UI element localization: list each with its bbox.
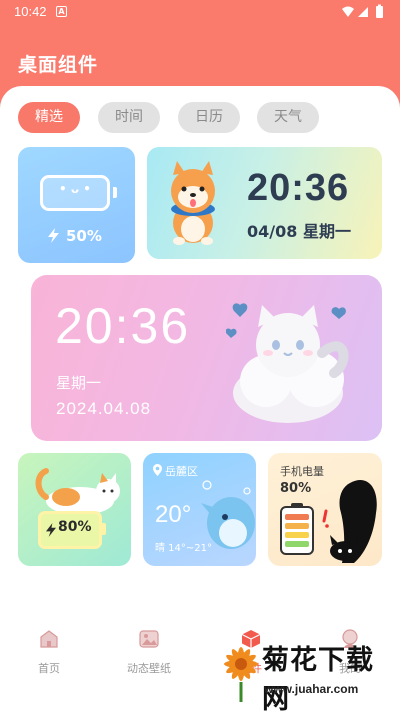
page-title: 桌面组件 [18,54,99,76]
tab-calendar[interactable]: 日历 [178,102,240,133]
shiba-dog-illustration [171,161,215,245]
battery-level-icon [280,503,314,555]
notification-icon: A [56,6,67,17]
site-watermark: 菊花下载网 www.juahar.com [218,636,400,712]
home-icon [40,630,58,648]
system-status-icons [342,4,383,18]
clock-time: 20:36 [247,167,350,209]
tab-featured[interactable]: 精选 [18,102,80,133]
weather-condition: 晴 14°~21° [155,543,213,554]
chrysanthemum-logo-icon [224,647,258,702]
cat-battery-percent: 80% [58,519,92,535]
weather-widget[interactable]: 岳麓区 20° 晴 14°~21° [143,453,256,566]
nav-home[interactable]: 首页 [9,628,89,676]
clock-weekday: 星期一 [56,374,102,392]
watermark-url: www.juahar.com [264,682,359,696]
tab-weather[interactable]: 天气 [257,102,319,133]
location-pin-icon [153,464,162,476]
clock-date: 04/08 星期一 [247,222,351,241]
clock-time-large: 20:36 [55,298,191,354]
nav-home-label: 首页 [38,662,60,675]
nav-live-wallpaper[interactable]: 动态壁纸 [109,628,189,676]
image-icon [139,630,159,648]
black-cat-illustration [322,479,377,563]
bolt-icon [48,228,59,243]
power-percent: 80% [280,481,312,496]
status-time: 10:42 [14,4,47,19]
battery-status-icon [376,6,383,18]
watermark-text: 菊花下载网 [262,645,374,712]
battery-face: • ᴗ • [59,182,91,196]
clock-cat-widget[interactable]: 20:36 星期一 2024.04.08 [31,275,382,441]
cat-battery-widget[interactable]: 80% [18,453,131,566]
signal-icon [358,7,368,17]
battery-percent: 50% [66,227,102,245]
wifi-icon [342,6,354,17]
bolt-icon [46,523,56,537]
power-title: 手机电量 [280,465,324,478]
tab-time[interactable]: 时间 [98,102,160,133]
cloud-cat-illustration [226,303,349,423]
weather-location: 岳麓区 [165,465,198,478]
weather-temperature: 20° [155,501,192,528]
nav-live-wallpaper-label: 动态壁纸 [127,662,171,675]
clock-dog-widget[interactable]: 20:36 04/08 星期一 [147,147,382,259]
status-bar: 10:42 A [0,0,400,24]
phone-power-widget[interactable]: 手机电量 80% [268,453,382,566]
battery-widget[interactable]: • ᴗ • 50% [18,147,135,263]
clock-date-full: 2024.04.08 [56,399,152,418]
